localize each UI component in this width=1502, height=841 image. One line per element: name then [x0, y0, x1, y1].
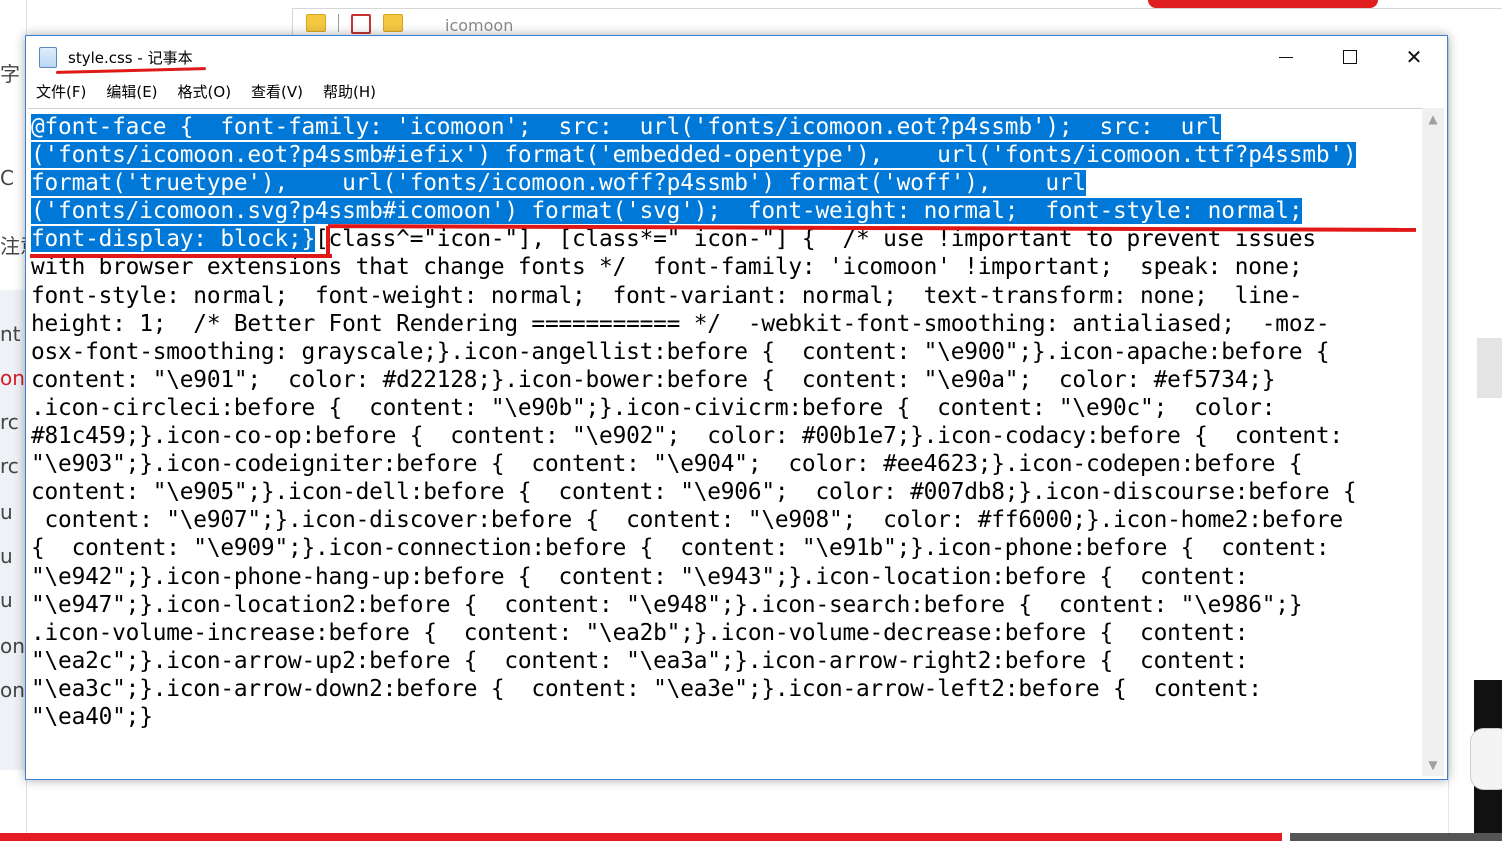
- code-line[interactable]: ('fonts/icomoon.svg?p4ssmb#icomoon') for…: [31, 197, 1422, 225]
- unselected-text[interactable]: { content: "\e909";}.icon-connection:bef…: [31, 535, 1330, 561]
- code-line[interactable]: format('truetype'), url('fonts/icomoon.w…: [31, 169, 1422, 197]
- background-floating-widget: [1470, 728, 1502, 790]
- background-text-fragment: on: [0, 678, 25, 702]
- unselected-text[interactable]: height: 1; /* Better Font Rendering ====…: [31, 311, 1330, 337]
- code-line[interactable]: ('fonts/icomoon.eot?p4ssmb#iefix') forma…: [31, 141, 1422, 169]
- background-text-fragment: on: [0, 634, 25, 658]
- code-text[interactable]: @font-face { font-family: 'icomoon'; src…: [31, 113, 1422, 731]
- code-line[interactable]: "\e942";}.icon-phone-hang-up:before { co…: [31, 563, 1422, 591]
- video-progress-bar[interactable]: [0, 833, 1282, 841]
- code-line[interactable]: "\e903";}.icon-codeigniter:before { cont…: [31, 450, 1422, 478]
- menu-view[interactable]: 查看(V): [241, 78, 313, 106]
- background-text-fragment: u: [0, 588, 13, 612]
- unselected-text[interactable]: .icon-circleci:before { content: "\e90b"…: [31, 395, 1275, 421]
- menu-bar: 文件(F) 编辑(E) 格式(O) 查看(V) 帮助(H): [26, 78, 1447, 106]
- code-line[interactable]: content: "\e907";}.icon-discover:before …: [31, 506, 1422, 534]
- minimize-button[interactable]: [1254, 36, 1318, 78]
- vertical-scrollbar[interactable]: ▲ ▼: [1422, 108, 1444, 776]
- new-folder-icon[interactable]: [383, 14, 403, 32]
- titlebar[interactable]: style.css - 记事本 ✕: [26, 36, 1447, 78]
- unselected-text[interactable]: "\ea40";}: [31, 704, 153, 730]
- code-line[interactable]: .icon-circleci:before { content: "\e90b"…: [31, 394, 1422, 422]
- unselected-text[interactable]: content: "\e907";}.icon-discover:before …: [31, 507, 1344, 533]
- minimize-icon: [1279, 56, 1293, 58]
- code-line[interactable]: "\ea2c";}.icon-arrow-up2:before { conten…: [31, 647, 1422, 675]
- code-line[interactable]: height: 1; /* Better Font Rendering ====…: [31, 310, 1422, 338]
- background-text-fragment: C: [0, 166, 14, 190]
- unselected-text[interactable]: .icon-volume-increase:before { content: …: [31, 620, 1248, 646]
- code-line[interactable]: content: "\e901"; color: #d22128;}.icon-…: [31, 366, 1422, 394]
- text-editor-area[interactable]: @font-face { font-family: 'icomoon'; src…: [28, 108, 1422, 775]
- annotation-underline-short: [30, 254, 332, 258]
- background-text-fragment: 字: [0, 62, 20, 86]
- code-line[interactable]: "\ea3c";}.icon-arrow-down2:before { cont…: [31, 675, 1422, 703]
- explorer-title: icomoon: [445, 16, 514, 35]
- unselected-text[interactable]: "\e903";}.icon-codeigniter:before { cont…: [31, 451, 1303, 477]
- unselected-text[interactable]: "\e947";}.icon-location2:before { conten…: [31, 592, 1303, 618]
- selected-text[interactable]: format('truetype'), url('fonts/icomoon.w…: [31, 170, 1086, 197]
- selected-text[interactable]: @font-face { font-family: 'icomoon'; src…: [31, 114, 1221, 140]
- code-line[interactable]: "\e947";}.icon-location2:before { conten…: [31, 591, 1422, 619]
- background-gray-block: [1477, 338, 1502, 398]
- background-text-fragment: on: [0, 366, 25, 390]
- close-button[interactable]: ✕: [1382, 36, 1446, 78]
- menu-file[interactable]: 文件(F): [26, 78, 96, 106]
- menu-format[interactable]: 格式(O): [168, 78, 242, 106]
- annotation-underline-title: [55, 67, 207, 74]
- code-line[interactable]: @font-face { font-family: 'icomoon'; src…: [31, 113, 1422, 141]
- background-text-fragment: rc: [0, 454, 19, 478]
- unselected-text[interactable]: "\e942";}.icon-phone-hang-up:before { co…: [31, 564, 1248, 590]
- folder-icon[interactable]: [306, 14, 326, 32]
- code-line[interactable]: { content: "\e909";}.icon-connection:bef…: [31, 534, 1422, 562]
- background-text-fragment: rc: [0, 410, 19, 434]
- unselected-text[interactable]: with browser extensions that change font…: [31, 254, 1303, 280]
- unselected-text[interactable]: content: "\e901"; color: #d22128;}.icon-…: [31, 367, 1275, 393]
- background-text-fragment: u: [0, 500, 13, 524]
- background-text-fragment: u: [0, 544, 13, 568]
- code-line[interactable]: osx-font-smoothing: grayscale;}.icon-ang…: [31, 338, 1422, 366]
- background-red-banner: [1148, 0, 1378, 8]
- code-line[interactable]: "\ea40";}: [31, 703, 1422, 731]
- background-text-fragment: 注意: [0, 234, 26, 258]
- menu-help[interactable]: 帮助(H): [313, 78, 386, 106]
- properties-icon[interactable]: [351, 14, 371, 34]
- code-line[interactable]: .icon-volume-increase:before { content: …: [31, 619, 1422, 647]
- scroll-up-icon[interactable]: ▲: [1422, 110, 1444, 128]
- unselected-text[interactable]: "\ea3c";}.icon-arrow-down2:before { cont…: [31, 676, 1262, 702]
- unselected-text[interactable]: font-style: normal; font-weight: normal;…: [31, 283, 1303, 309]
- menu-edit[interactable]: 编辑(E): [96, 78, 167, 106]
- scroll-down-icon[interactable]: ▼: [1422, 756, 1444, 774]
- separator: [338, 14, 339, 32]
- unselected-text[interactable]: #81c459;}.icon-co-op:before { content: "…: [31, 423, 1343, 449]
- notepad-window: style.css - 记事本 ✕ 文件(F) 编辑(E) 格式(O) 查看(V…: [25, 35, 1448, 780]
- close-icon: ✕: [1405, 45, 1423, 69]
- selected-text[interactable]: ('fonts/icomoon.svg?p4ssmb#icomoon') for…: [31, 198, 1303, 225]
- maximize-button[interactable]: [1318, 36, 1382, 78]
- code-line[interactable]: font-style: normal; font-weight: normal;…: [31, 282, 1422, 310]
- code-line[interactable]: content: "\e905";}.icon-dell:before { co…: [31, 478, 1422, 506]
- maximize-icon: [1343, 50, 1357, 64]
- window-title: style.css - 记事本: [68, 49, 193, 67]
- selected-text[interactable]: ('fonts/icomoon.eot?p4ssmb#iefix') forma…: [31, 142, 1357, 169]
- unselected-text[interactable]: content: "\e905";}.icon-dell:before { co…: [31, 479, 1357, 505]
- explorer-quick-access-icons: [306, 14, 403, 34]
- notepad-app-icon[interactable]: [39, 47, 57, 68]
- selected-text[interactable]: font-display: block;}: [31, 226, 315, 253]
- unselected-text[interactable]: "\ea2c";}.icon-arrow-up2:before { conten…: [31, 648, 1248, 674]
- background-text-fragment: nt: [0, 322, 21, 346]
- unselected-text[interactable]: osx-font-smoothing: grayscale;}.icon-ang…: [31, 339, 1330, 365]
- video-progress-remaining[interactable]: [1290, 833, 1502, 841]
- code-line[interactable]: #81c459;}.icon-co-op:before { content: "…: [31, 422, 1422, 450]
